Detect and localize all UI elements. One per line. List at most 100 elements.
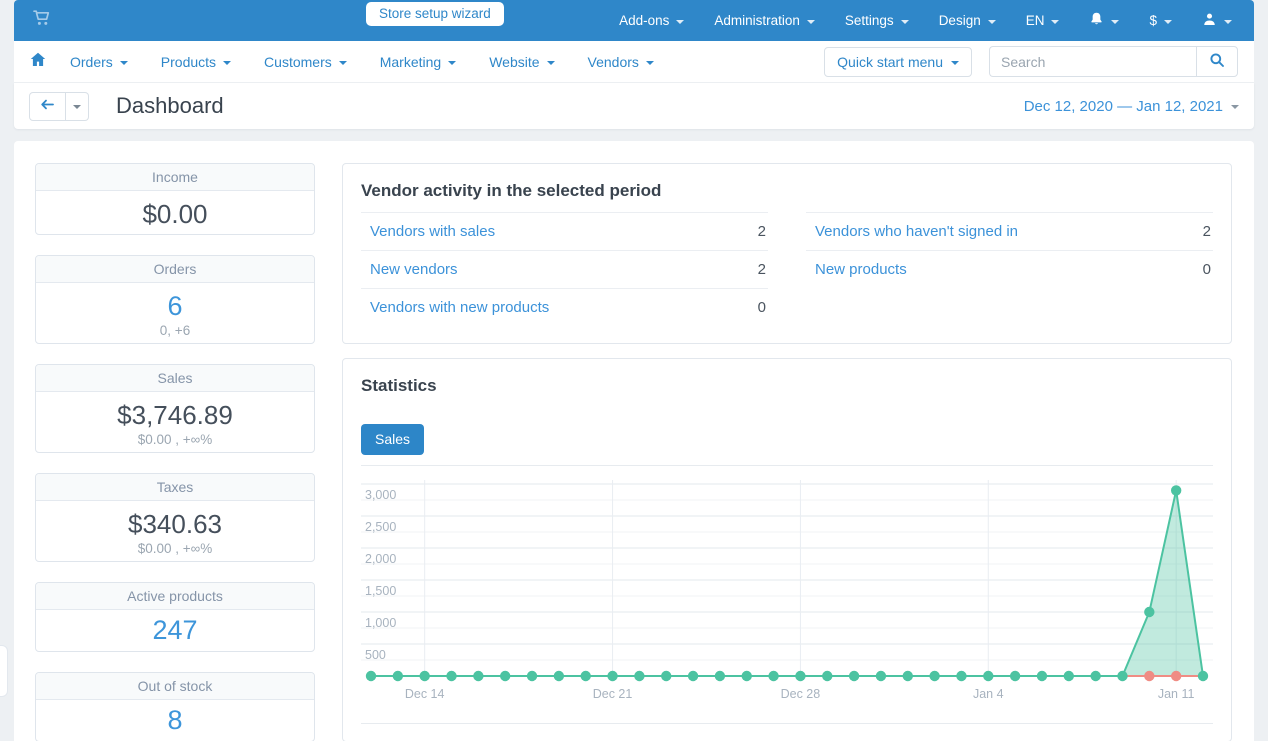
nav-item-website[interactable]: Website [489, 54, 554, 70]
menu-item-settings[interactable]: Settings [845, 13, 909, 28]
svg-text:3,000: 3,000 [365, 488, 396, 502]
sales-chart-container: 5001,0001,5002,0002,5003,000Dec 14Dec 21… [361, 476, 1213, 713]
stat-card-out-of-stock: Out of stock 8 [35, 672, 315, 741]
vendor-link[interactable]: Vendors with new products [370, 298, 549, 317]
chevron-down-icon [901, 20, 909, 24]
notifications-menu[interactable] [1089, 11, 1119, 30]
stat-card-subvalue: $0.00 , +∞% [44, 540, 306, 557]
menu-item-add-ons[interactable]: Add-ons [619, 13, 684, 28]
stat-card-label: Active products [36, 583, 314, 610]
nav-item-products[interactable]: Products [161, 54, 231, 70]
svg-text:2,000: 2,000 [365, 552, 396, 566]
breadcrumb-bar: Dashboard Dec 12, 2020 — Jan 12, 2021 [14, 83, 1254, 129]
chevron-down-icon [223, 61, 231, 65]
vendor-activity-title: Vendor activity in the selected period [361, 181, 1213, 201]
nav-label: Marketing [380, 54, 441, 70]
vendor-link[interactable]: Vendors with sales [370, 222, 495, 241]
top-admin-bar: Store setup wizard Add-ons Administratio… [14, 0, 1254, 41]
svg-text:1,000: 1,000 [365, 616, 396, 630]
svg-text:Jan 11: Jan 11 [1158, 687, 1195, 701]
stat-card-subvalue: $0.00 , +∞% [44, 431, 306, 448]
divider [361, 723, 1213, 724]
main-nav-bar: Orders Products Customers Marketing Webs… [14, 41, 1254, 83]
quick-start-menu-button[interactable]: Quick start menu [824, 47, 972, 77]
menu-item-administration[interactable]: Administration [714, 13, 815, 28]
vendor-row-vendors-with-new-products: Vendors with new products 0 [361, 288, 768, 326]
stat-card-value: 247 [44, 614, 306, 646]
vendor-row-new-products: New products 0 [806, 250, 1213, 288]
bell-icon [1089, 11, 1104, 30]
stat-card-value: $340.63 [44, 508, 306, 540]
chevron-down-icon [547, 61, 555, 65]
svg-text:2,500: 2,500 [365, 520, 396, 534]
vendor-row-vendors-with-sales: Vendors with sales 2 [361, 212, 768, 250]
stat-card-label: Orders [36, 256, 314, 283]
vendor-activity-panel: Vendor activity in the selected period V… [342, 163, 1232, 344]
search-input[interactable] [989, 46, 1196, 77]
stat-card-value: $0.00 [44, 198, 306, 230]
svg-text:Dec 21: Dec 21 [593, 687, 633, 701]
user-icon [1202, 12, 1217, 30]
search-group [989, 46, 1238, 77]
chevron-down-icon [1231, 105, 1239, 109]
stat-card-label: Income [36, 164, 314, 191]
menu-label: Settings [845, 13, 894, 28]
currency-symbol: $ [1149, 13, 1157, 28]
vendor-count: 0 [758, 298, 766, 317]
stats-sidebar: Income $0.00 Orders 6 0, +6 Sales $3,746… [35, 163, 315, 741]
vendor-row-new-vendors: New vendors 2 [361, 250, 768, 288]
menu-label: Add-ons [619, 13, 669, 28]
top-menu: Add-ons Administration Settings Design E… [619, 11, 1236, 30]
nav-item-orders[interactable]: Orders [70, 54, 128, 70]
cart-icon [32, 9, 52, 32]
dashboard-content: Income $0.00 Orders 6 0, +6 Sales $3,746… [14, 141, 1254, 741]
chevron-down-icon [676, 20, 684, 24]
back-history-dropdown[interactable] [66, 92, 89, 121]
page-title: Dashboard [116, 93, 224, 119]
stat-card-label: Out of stock [36, 673, 314, 700]
date-range-picker[interactable]: Dec 12, 2020 — Jan 12, 2021 [1024, 98, 1239, 115]
home-button[interactable] [30, 52, 46, 72]
back-button[interactable] [29, 92, 66, 121]
menu-label: Design [939, 13, 981, 28]
nav-item-vendors[interactable]: Vendors [588, 54, 654, 70]
stat-card-label: Sales [36, 365, 314, 392]
nav-label: Products [161, 54, 216, 70]
vendor-count: 2 [1203, 222, 1211, 241]
chevron-down-icon [1224, 20, 1232, 24]
stat-card-label: Taxes [36, 474, 314, 501]
vendor-count: 2 [758, 222, 766, 241]
chevron-down-icon [1051, 20, 1059, 24]
vendor-link[interactable]: New vendors [370, 260, 458, 279]
vendor-link[interactable]: New products [815, 260, 907, 279]
search-icon [1209, 52, 1225, 71]
svg-text:500: 500 [365, 648, 386, 662]
currency-menu[interactable]: $ [1149, 13, 1172, 28]
svg-text:Dec 28: Dec 28 [781, 687, 821, 701]
menu-item-design[interactable]: Design [939, 13, 996, 28]
chevron-down-icon [339, 61, 347, 65]
menu-item-language[interactable]: EN [1026, 13, 1060, 28]
menu-label: Administration [714, 13, 800, 28]
svg-text:1,500: 1,500 [365, 584, 396, 598]
home-icon [30, 52, 46, 72]
nav-label: Customers [264, 54, 332, 70]
search-button[interactable] [1196, 46, 1238, 77]
nav-label: Website [489, 54, 539, 70]
user-account-menu[interactable] [1202, 12, 1232, 30]
vendor-count: 2 [758, 260, 766, 279]
stat-card-orders: Orders 6 0, +6 [35, 255, 315, 344]
store-setup-wizard-button[interactable]: Store setup wizard [366, 2, 504, 26]
vendor-link[interactable]: Vendors who haven't signed in [815, 222, 1018, 241]
storefront-cart-button[interactable] [32, 9, 52, 32]
chevron-down-icon [1164, 20, 1172, 24]
sales-tab-button[interactable]: Sales [361, 424, 424, 455]
nav-item-marketing[interactable]: Marketing [380, 54, 456, 70]
side-drawer-handle[interactable] [0, 645, 8, 697]
stat-card-subvalue: 0, +6 [44, 322, 306, 339]
vendor-count: 0 [1203, 260, 1211, 279]
stat-card-value: 6 [44, 290, 306, 322]
stat-card-value: 8 [44, 704, 306, 736]
nav-item-customers[interactable]: Customers [264, 54, 347, 70]
statistics-panel: Statistics Sales 5001,0001,5002,0002,500… [342, 358, 1232, 741]
